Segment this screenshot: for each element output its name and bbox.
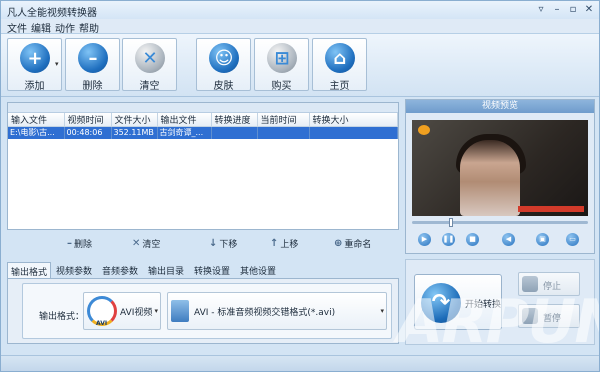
stop-icon[interactable]: ■ [466, 233, 479, 246]
chevron-down-icon: ▾ [154, 307, 158, 315]
film-icon [171, 300, 189, 322]
cell-output-file: 古剑奇谭_... [157, 126, 212, 139]
cart-icon: ⊞ [267, 43, 297, 73]
column-input-file[interactable]: 输入文件 [8, 113, 65, 127]
buy-button[interactable]: ⊞ 购买 [254, 38, 309, 92]
format-detail-select[interactable]: AVI - 标准音频视频交错格式(*.avi) ▾ [167, 292, 387, 330]
column-video-time[interactable]: 视频时间 [64, 113, 112, 127]
arrow-up-icon: ↑ [270, 238, 279, 249]
window-title: 凡人全能视频转换器 [7, 8, 97, 19]
video-caption-bar [518, 206, 584, 212]
add-button-label: 添加 [24, 81, 45, 92]
tab-audio-params[interactable]: 音频参数 [99, 262, 141, 278]
channel-logo-icon [418, 125, 430, 135]
output-format-group: 输出格式： AVI AVI视频 ▾ AVI - 标准音频视频交错格式(*.avi… [22, 283, 392, 339]
column-file-size[interactable]: 文件大小 [111, 113, 158, 127]
list-clear-button[interactable]: ✕ 清空 [132, 237, 160, 250]
list-clear-label: 清空 [142, 240, 161, 250]
watermark-logo: ARPUN [397, 287, 600, 357]
restore-icon[interactable]: ▫ [567, 4, 579, 16]
menu-bar: 文件 编辑 动作 帮助 [1, 19, 599, 35]
delete-button-label: 删除 [82, 81, 103, 92]
status-bar [1, 355, 599, 371]
cell-current-time [257, 126, 310, 139]
app-window: 凡人全能视频转换器 ▿ – ▫ ✕ 文件 编辑 动作 帮助 + 添加 ▾ – 删… [0, 0, 600, 372]
x-icon: ✕ [132, 238, 141, 249]
output-format-label: 输出格式： [39, 312, 85, 322]
column-converted-size[interactable]: 转换大小 [309, 113, 398, 127]
format-category-select[interactable]: AVI AVI视频 ▾ [83, 292, 161, 330]
plus-icon: + [20, 43, 50, 73]
format-category-value: AVI视频 [120, 308, 153, 318]
list-delete-label: 删除 [74, 240, 93, 250]
delete-button[interactable]: – 删除 [65, 38, 120, 92]
skin-button[interactable]: ☺ 皮肤 [196, 38, 251, 92]
screenshot-icon[interactable]: ▣ [536, 233, 549, 246]
rename-icon: ⊕ [334, 238, 343, 249]
format-detail-value: AVI - 标准音频视频交错格式(*.avi) [194, 308, 336, 318]
clear-button-label: 清空 [139, 81, 160, 92]
cell-converted-size [309, 126, 398, 139]
buy-button-label: 购买 [271, 81, 292, 92]
move-up-label: 上移 [280, 240, 299, 250]
cell-video-time: 00:48:06 [64, 126, 112, 139]
chevron-down-icon: ▾ [380, 307, 384, 315]
add-dropdown-arrow-icon[interactable]: ▾ [55, 60, 59, 68]
rename-label: 重命名 [344, 240, 372, 250]
toolbar: + 添加 ▾ – 删除 ✕ 清空 ☺ 皮肤 ⊞ 购买 ⌂ 主页 [1, 33, 599, 97]
tab-video-params[interactable]: 视频参数 [53, 262, 95, 278]
arrow-down-icon: ↓ [209, 238, 218, 249]
preview-title: 视频预览 [406, 100, 594, 113]
list-actions: – 删除 ✕ 清空 ↓ 下移 ↑ 上移 ⊕ 重命名 [7, 233, 399, 253]
move-down-button[interactable]: ↓ 下移 [209, 237, 237, 250]
seek-thumb[interactable] [449, 218, 453, 227]
folder-icon[interactable]: ▭ [566, 233, 579, 246]
close-icon[interactable]: ✕ [583, 4, 595, 16]
output-format-panel: 输出格式： AVI AVI视频 ▾ AVI - 标准音频视频交错格式(*.avi… [7, 278, 399, 344]
settings-tabs: 输出格式 视频参数 音频参数 输出目录 转换设置 其他设置 [7, 262, 399, 278]
seek-bar[interactable] [412, 218, 588, 227]
file-list-panel: 输入文件 视频时间 文件大小 输出文件 转换进度 当前时间 转换大小 E:\电影… [7, 102, 399, 230]
tab-other-settings[interactable]: 其他设置 [237, 262, 279, 278]
x-icon: ✕ [135, 43, 165, 73]
list-delete-button[interactable]: – 删除 [67, 237, 92, 250]
file-list-header-strip [8, 103, 398, 113]
add-button[interactable]: + 添加 [7, 38, 62, 92]
minus-icon: – [67, 238, 72, 249]
move-down-label: 下移 [219, 240, 238, 250]
pause-icon[interactable]: ❚❚ [442, 233, 455, 246]
cell-file-size: 352.11MB [111, 126, 158, 139]
table-row[interactable]: E:\电影\古... 00:48:06 352.11MB 古剑奇谭_... [8, 126, 398, 139]
column-progress[interactable]: 转换进度 [211, 113, 258, 127]
file-list-columns: 输入文件 视频时间 文件大小 输出文件 转换进度 当前时间 转换大小 [8, 113, 398, 127]
tab-output-directory[interactable]: 输出目录 [145, 262, 187, 278]
title-bar: 凡人全能视频转换器 ▿ – ▫ ✕ [1, 1, 599, 19]
smiley-icon: ☺ [209, 43, 239, 73]
settings-icon[interactable]: ▿ [535, 4, 547, 16]
preview-panel: 视频预览 ▶ ❚❚ ■ ◀ ▣ ▭ [405, 99, 595, 254]
file-list-table: 输入文件 视频时间 文件大小 输出文件 转换进度 当前时间 转换大小 E:\电影… [8, 113, 398, 139]
play-icon[interactable]: ▶ [418, 233, 431, 246]
rename-button[interactable]: ⊕ 重命名 [334, 237, 371, 250]
volume-icon[interactable]: ◀ [502, 233, 515, 246]
clear-button[interactable]: ✕ 清空 [122, 38, 177, 92]
column-current-time[interactable]: 当前时间 [257, 113, 310, 127]
avi-logo-text: AVI [96, 320, 108, 327]
cell-progress [211, 126, 258, 139]
home-button[interactable]: ⌂ 主页 [312, 38, 367, 92]
home-button-label: 主页 [329, 81, 350, 92]
minus-icon: – [78, 43, 108, 73]
video-frame [412, 120, 588, 216]
minimize-icon[interactable]: – [551, 4, 563, 16]
video-subject [460, 140, 520, 216]
column-output-file[interactable]: 输出文件 [157, 113, 212, 127]
tab-conversion-settings[interactable]: 转换设置 [191, 262, 233, 278]
cell-input-file: E:\电影\古... [8, 126, 65, 139]
skin-button-label: 皮肤 [213, 81, 234, 92]
move-up-button[interactable]: ↑ 上移 [270, 237, 298, 250]
tab-output-format[interactable]: 输出格式 [7, 262, 52, 278]
house-icon: ⌂ [325, 43, 355, 73]
